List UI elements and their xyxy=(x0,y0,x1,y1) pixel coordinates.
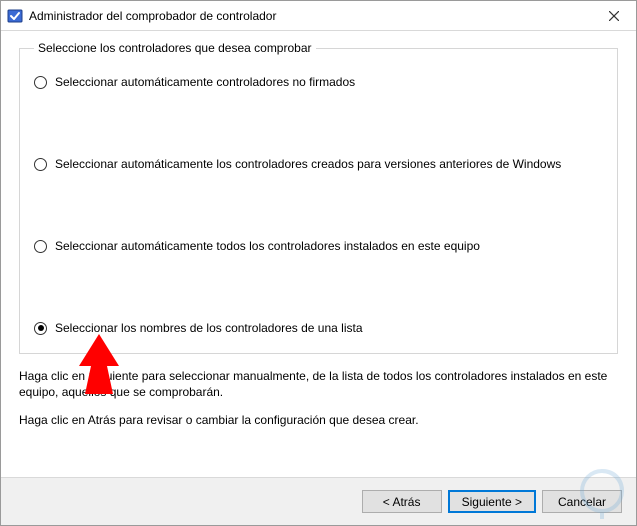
radio-icon xyxy=(34,240,47,253)
radio-icon xyxy=(34,158,47,171)
back-button[interactable]: < Atrás xyxy=(362,490,442,513)
help-line-2: Haga clic en Atrás para revisar o cambia… xyxy=(19,412,618,428)
titlebar: Administrador del comprobador de control… xyxy=(1,1,636,31)
radio-icon xyxy=(34,76,47,89)
driver-select-group: Seleccione los controladores que desea c… xyxy=(19,41,618,354)
dialog-window: Administrador del comprobador de control… xyxy=(0,0,637,526)
radio-label: Seleccionar los nombres de los controlad… xyxy=(55,321,363,335)
cancel-button[interactable]: Cancelar xyxy=(542,490,622,513)
radio-option-unsigned[interactable]: Seleccionar automáticamente controladore… xyxy=(34,75,603,89)
close-button[interactable] xyxy=(592,1,636,31)
radio-option-from-list[interactable]: Seleccionar los nombres de los controlad… xyxy=(34,321,603,335)
window-title: Administrador del comprobador de control… xyxy=(29,9,592,23)
radio-option-all-installed[interactable]: Seleccionar automáticamente todos los co… xyxy=(34,239,603,253)
next-button[interactable]: Siguiente > xyxy=(448,490,536,513)
radio-label: Seleccionar automáticamente todos los co… xyxy=(55,239,480,253)
radio-option-older-windows[interactable]: Seleccionar automáticamente los controla… xyxy=(34,157,603,171)
help-text: Haga clic en Siguiente para seleccionar … xyxy=(19,368,618,441)
app-icon xyxy=(7,8,23,24)
radio-icon xyxy=(34,322,47,335)
help-line-1: Haga clic en Siguiente para seleccionar … xyxy=(19,368,618,400)
client-area: Seleccione los controladores que desea c… xyxy=(1,31,636,477)
radio-label: Seleccionar automáticamente controladore… xyxy=(55,75,355,89)
button-bar: < Atrás Siguiente > Cancelar xyxy=(1,477,636,525)
group-legend: Seleccione los controladores que desea c… xyxy=(34,41,316,55)
radio-label: Seleccionar automáticamente los controla… xyxy=(55,157,561,171)
close-icon xyxy=(609,11,619,21)
